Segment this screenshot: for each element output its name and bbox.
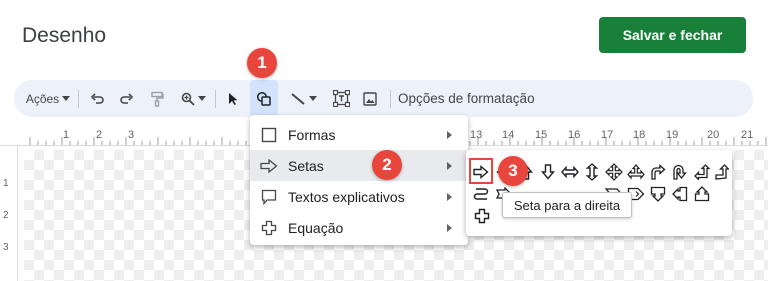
ruler-label: 3	[3, 242, 9, 253]
divider	[78, 90, 79, 108]
arrow-quad-callout-shape-button[interactable]	[472, 206, 492, 226]
menu-item-label: Textos explicativos	[288, 188, 405, 205]
dialog-title: Desenho	[22, 24, 107, 47]
menu-item-callouts[interactable]: Textos explicativos	[250, 181, 468, 212]
step-badge-2: 2	[372, 150, 402, 180]
ruler-label: 3	[128, 129, 135, 141]
ruler-label: 21	[741, 129, 754, 141]
arrow-bent-up-shape-button[interactable]	[712, 162, 732, 182]
selection-highlight	[469, 158, 493, 184]
ruler-label: 2	[3, 210, 9, 221]
arrow-up-callout-shape-icon	[694, 186, 710, 202]
image-tool-button[interactable]	[357, 80, 383, 117]
chevron-right-icon	[447, 193, 452, 201]
arrow-left-right-shape-button[interactable]	[560, 162, 580, 182]
arrow-left-right-shape-icon	[561, 165, 579, 179]
arrow-right-outline-icon	[250, 158, 288, 173]
divider	[215, 90, 216, 108]
ruler-label: 17	[601, 129, 614, 141]
line-tool-button[interactable]	[282, 80, 324, 117]
toolbar: Ações Opções de formatação	[14, 80, 753, 117]
arrow-quad-shape-icon	[605, 163, 623, 181]
ruler-label: 2	[96, 129, 103, 141]
arrow-up-down-shape-icon	[585, 163, 599, 181]
arrow-down-callout-shape-icon	[650, 186, 666, 202]
arrow-left-callout-shape-button[interactable]	[670, 184, 690, 204]
step-badge-1: 1	[247, 48, 277, 78]
menu-item-label: Equação	[288, 219, 344, 236]
shape-tool-button[interactable]	[250, 80, 278, 117]
redo-button[interactable]	[114, 80, 140, 117]
arrow-u-turn-shape-button[interactable]	[670, 162, 690, 182]
menu-item-label: Setas	[288, 157, 324, 174]
redo-icon	[120, 92, 134, 104]
zoom-icon	[181, 92, 195, 106]
tooltip: Seta para a direita	[502, 192, 632, 218]
chevron-right-icon	[447, 224, 452, 232]
ruler-label: 1	[3, 178, 9, 189]
arrow-u-turn-shape-icon	[673, 164, 687, 180]
arrow-bent-up-shape-icon	[715, 164, 729, 180]
ruler-label: 16	[568, 129, 581, 141]
shape-icon	[256, 91, 271, 106]
arrow-up-down-shape-button[interactable]	[582, 162, 602, 182]
undo-button[interactable]	[84, 80, 110, 117]
step-badge-3: 3	[498, 156, 528, 186]
callout-icon	[250, 189, 288, 205]
select-tool-button[interactable]	[220, 80, 246, 117]
arrow-up-callout-shape-button[interactable]	[692, 184, 712, 204]
arrow-triple-shape-icon	[627, 164, 645, 180]
ruler-label: 20	[707, 129, 720, 141]
format-options-button[interactable]: Opções de formatação	[398, 80, 548, 117]
arrow-curved-right-shape-icon	[473, 188, 489, 200]
save-and-close-button[interactable]: Salvar e fechar	[599, 17, 746, 53]
arrow-triple-shape-button[interactable]	[626, 162, 646, 182]
ruler-label: 1	[63, 129, 70, 141]
image-icon	[363, 91, 377, 106]
paint-format-icon	[151, 91, 164, 107]
actions-menu-button[interactable]: Ações	[22, 80, 74, 117]
select-icon	[229, 92, 238, 105]
square-icon	[250, 127, 288, 143]
menu-item-label: Formas	[288, 126, 336, 143]
zoom-button[interactable]	[174, 80, 212, 117]
textbox-icon	[332, 90, 350, 107]
line-icon	[290, 92, 305, 105]
vertical-ruler: 1 2 3	[0, 146, 18, 281]
arrow-down-shape-icon	[541, 164, 555, 180]
paint-format-button[interactable]	[144, 80, 170, 117]
arrow-bent-shape-icon	[651, 164, 666, 180]
arrow-down-callout-shape-button[interactable]	[648, 184, 668, 204]
arrow-left-callout-shape-icon	[672, 186, 688, 202]
arrow-bent-shape-button[interactable]	[648, 162, 668, 182]
menu-item-arrows[interactable]: Setas	[250, 150, 468, 181]
actions-label: Ações	[25, 91, 60, 106]
chevron-down-icon	[62, 96, 71, 101]
ruler-label: 18	[633, 129, 646, 141]
arrow-quad-shape-button[interactable]	[604, 162, 624, 182]
arrow-left-up-shape-icon	[694, 164, 710, 180]
arrow-down-shape-button[interactable]	[538, 162, 558, 182]
divider	[390, 90, 391, 108]
arrow-quad-callout-shape-icon	[474, 208, 490, 224]
arrow-curved-right-shape-button[interactable]	[471, 184, 491, 204]
shape-menu: Formas Setas Textos explicativos Equação	[250, 115, 468, 245]
plus-outline-icon	[250, 220, 288, 236]
ruler-label: 19	[666, 129, 679, 141]
chevron-right-icon	[447, 131, 452, 139]
chevron-right-icon	[447, 162, 452, 170]
arrow-left-up-shape-button[interactable]	[692, 162, 712, 182]
ruler-label: 14	[502, 129, 515, 141]
textbox-tool-button[interactable]	[328, 80, 354, 117]
menu-item-shapes[interactable]: Formas	[250, 119, 468, 150]
ruler-label: 13	[470, 129, 483, 141]
chevron-down-icon	[197, 96, 206, 101]
undo-icon	[90, 92, 104, 104]
chevron-down-icon	[308, 96, 317, 101]
ruler-label: 15	[535, 129, 548, 141]
menu-item-equation[interactable]: Equação	[250, 212, 468, 243]
